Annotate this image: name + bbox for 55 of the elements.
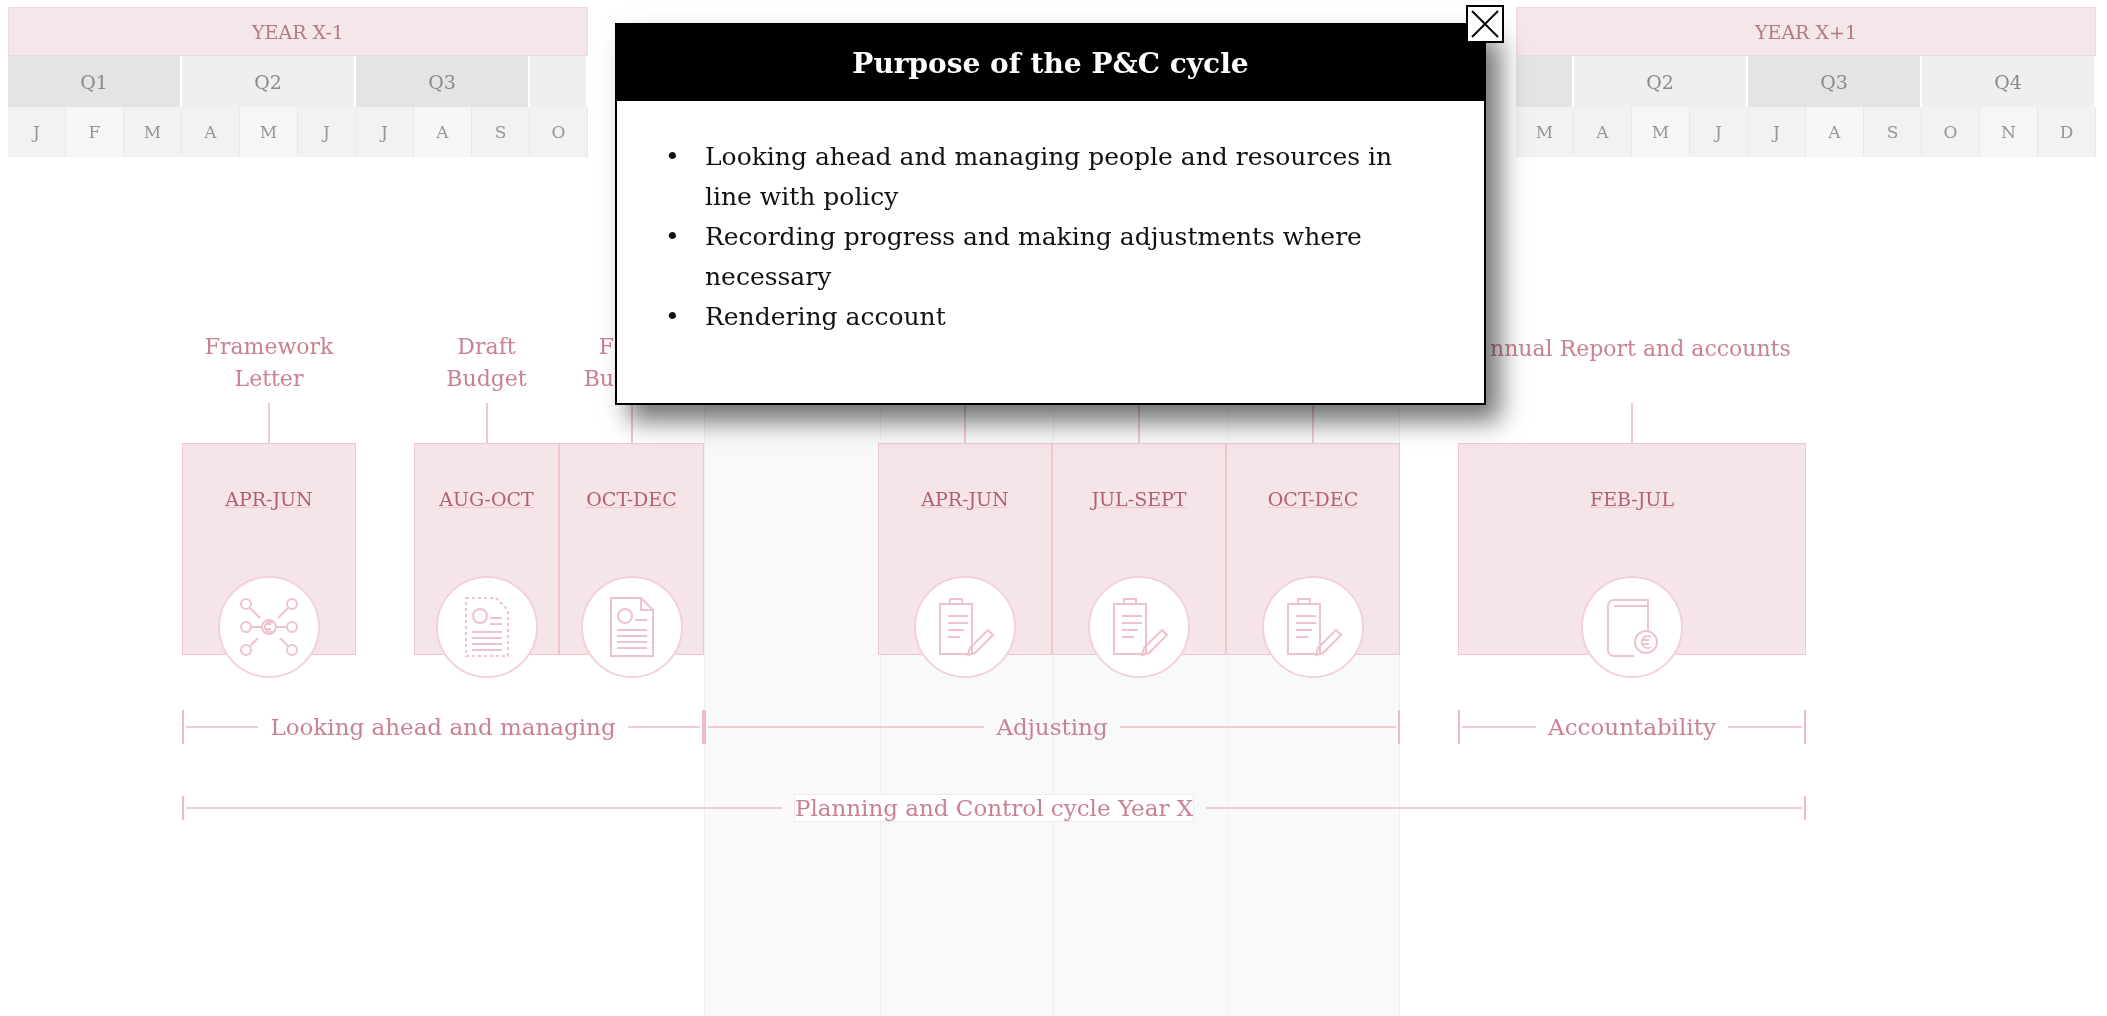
month-header: O	[530, 107, 588, 157]
bullet: •	[665, 301, 681, 333]
year-header: YEAR X+1	[1516, 7, 2096, 56]
quarter-header: Q1	[8, 56, 182, 107]
month-header: M	[1516, 107, 1574, 157]
month-header: M	[240, 107, 298, 157]
purpose-item: Recording progress and making adjustments where necessary	[705, 221, 1363, 293]
quarter-header: Q3	[356, 56, 530, 107]
stage-label: Draft Budget	[445, 333, 528, 393]
period-link[interactable]: AUG-OCT	[439, 488, 534, 510]
period-link[interactable]: OCT-DEC	[1267, 488, 1359, 510]
bullet: •	[665, 141, 681, 173]
purpose-item: Rendering account	[705, 301, 946, 333]
euro-book-icon	[1604, 596, 1660, 658]
month-header: A	[1574, 107, 1632, 157]
month-header: A	[182, 107, 240, 157]
month-header: J	[1690, 107, 1748, 157]
month-header: M	[124, 107, 182, 157]
stage-label: Framework Letter	[203, 333, 335, 393]
month-header: J	[8, 107, 66, 157]
month-header: J	[356, 107, 414, 157]
quarter-header: Q3	[1748, 56, 1922, 107]
euro-network-icon	[238, 596, 300, 658]
month-header: S	[1864, 107, 1922, 157]
quarter-header	[530, 56, 588, 107]
month-header: A	[1806, 107, 1864, 157]
quarter-header	[1516, 56, 1574, 107]
cycle-label: Planning and Control cycle Year X	[793, 794, 1195, 822]
phase-label: Looking ahead and managing	[270, 714, 616, 740]
quarter-header: Q2	[182, 56, 356, 107]
month-header: J	[298, 107, 356, 157]
quarter-header: Q4	[1922, 56, 2096, 107]
stage-label: F Bu	[582, 333, 614, 393]
dialog-title: Purpose of the P&C cycle	[617, 25, 1484, 101]
close-button[interactable]	[1466, 5, 1504, 43]
period-link[interactable]: APR-JUN	[921, 488, 1009, 510]
quarter-header: Q2	[1574, 56, 1748, 107]
period-link[interactable]: JUL-SEPT	[1091, 488, 1187, 510]
year-header: YEAR X-1	[8, 7, 588, 56]
bullet: •	[665, 221, 681, 253]
month-header: N	[1980, 107, 2038, 157]
month-header: M	[1632, 107, 1690, 157]
purpose-item: Looking ahead and managing people and resources in line with policy	[705, 141, 1394, 213]
month-header: F	[66, 107, 124, 157]
month-header: J	[1748, 107, 1806, 157]
month-header: A	[414, 107, 472, 157]
month-header: S	[472, 107, 530, 157]
month-header: O	[1922, 107, 1980, 157]
period-link[interactable]: FEB-JUL	[1589, 488, 1674, 510]
phase-label: Adjusting	[996, 714, 1108, 740]
month-header: D	[2038, 107, 2096, 157]
period-link[interactable]: APR-JUN	[225, 488, 313, 510]
close-icon	[1470, 9, 1500, 39]
period-link[interactable]: OCT-DEC	[586, 488, 677, 510]
phase-label: Accountability	[1548, 714, 1716, 740]
